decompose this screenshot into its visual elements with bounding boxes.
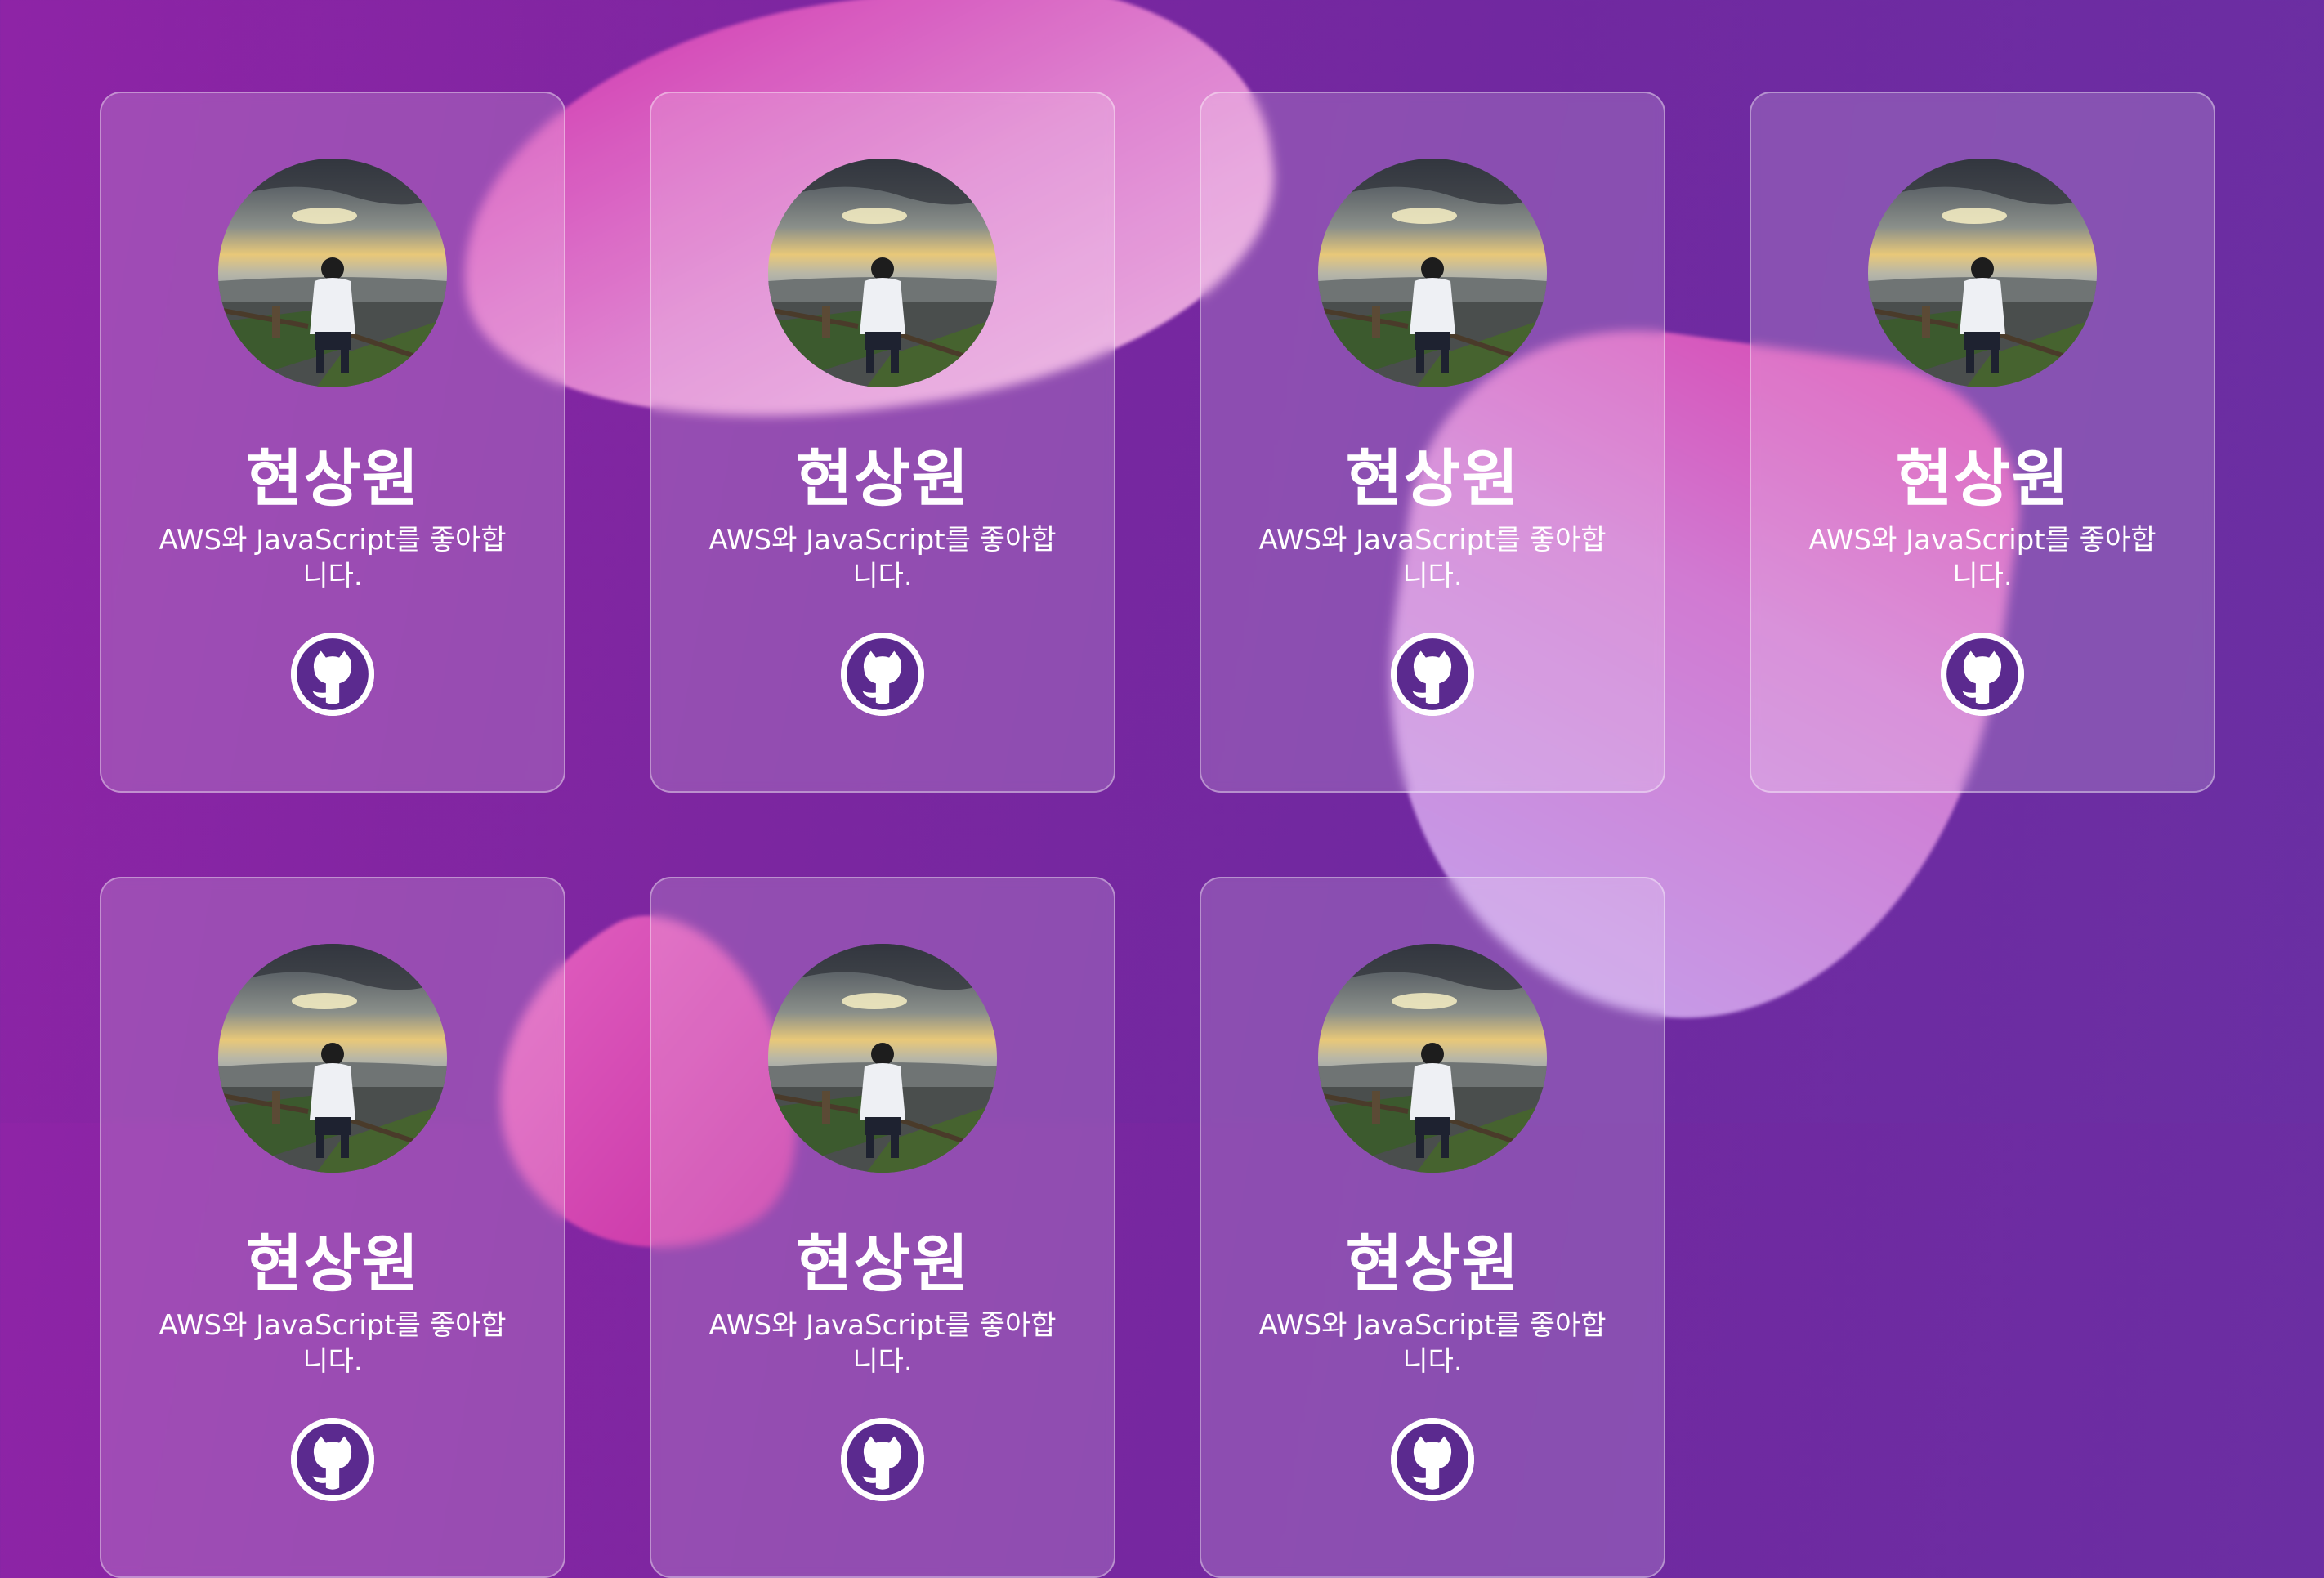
github-icon[interactable] [841, 1418, 924, 1501]
profile-bio: AWS와 JavaScript를 좋아합니다. [1258, 1309, 1607, 1378]
profile-bio: AWS와 JavaScript를 좋아합니다. [708, 524, 1057, 592]
profile-card: 현상원 AWS와 JavaScript를 좋아합니다. [650, 92, 1115, 793]
profile-card: 현상원 AWS와 JavaScript를 좋아합니다. [100, 877, 565, 1578]
profile-bio: AWS와 JavaScript를 좋아합니다. [1258, 524, 1607, 592]
profile-name: 현상원 [245, 1227, 420, 1300]
github-icon[interactable] [291, 1418, 374, 1501]
profile-card: 현상원 AWS와 JavaScript를 좋아합니다. [1200, 877, 1665, 1578]
profile-bio: AWS와 JavaScript를 좋아합니다. [1808, 524, 2156, 592]
profile-name: 현상원 [1345, 1227, 1520, 1300]
avatar [218, 944, 447, 1173]
avatar [768, 944, 997, 1173]
github-icon[interactable] [1391, 1418, 1474, 1501]
profile-card: 현상원 AWS와 JavaScript를 좋아합니다. [100, 92, 565, 793]
avatar [1318, 159, 1547, 387]
github-icon[interactable] [1391, 633, 1474, 716]
avatar [1868, 159, 2097, 387]
github-icon[interactable] [291, 633, 374, 716]
github-icon[interactable] [1941, 633, 2024, 716]
profile-card-grid: 현상원 AWS와 JavaScript를 좋아합니다. 현상원 AWS와 Jav… [0, 0, 2324, 1578]
profile-name: 현상원 [1895, 442, 2070, 515]
avatar [1318, 944, 1547, 1173]
github-icon[interactable] [841, 633, 924, 716]
profile-name: 현상원 [1345, 442, 1520, 515]
profile-card: 현상원 AWS와 JavaScript를 좋아합니다. [1200, 92, 1665, 793]
avatar [768, 159, 997, 387]
profile-bio: AWS와 JavaScript를 좋아합니다. [159, 1309, 507, 1378]
profile-bio: AWS와 JavaScript를 좋아합니다. [159, 524, 507, 592]
profile-card: 현상원 AWS와 JavaScript를 좋아합니다. [1750, 92, 2215, 793]
profile-name: 현상원 [795, 442, 970, 515]
profile-name: 현상원 [245, 442, 420, 515]
avatar [218, 159, 447, 387]
profile-name: 현상원 [795, 1227, 970, 1300]
profile-bio: AWS와 JavaScript를 좋아합니다. [708, 1309, 1057, 1378]
profile-card: 현상원 AWS와 JavaScript를 좋아합니다. [650, 877, 1115, 1578]
